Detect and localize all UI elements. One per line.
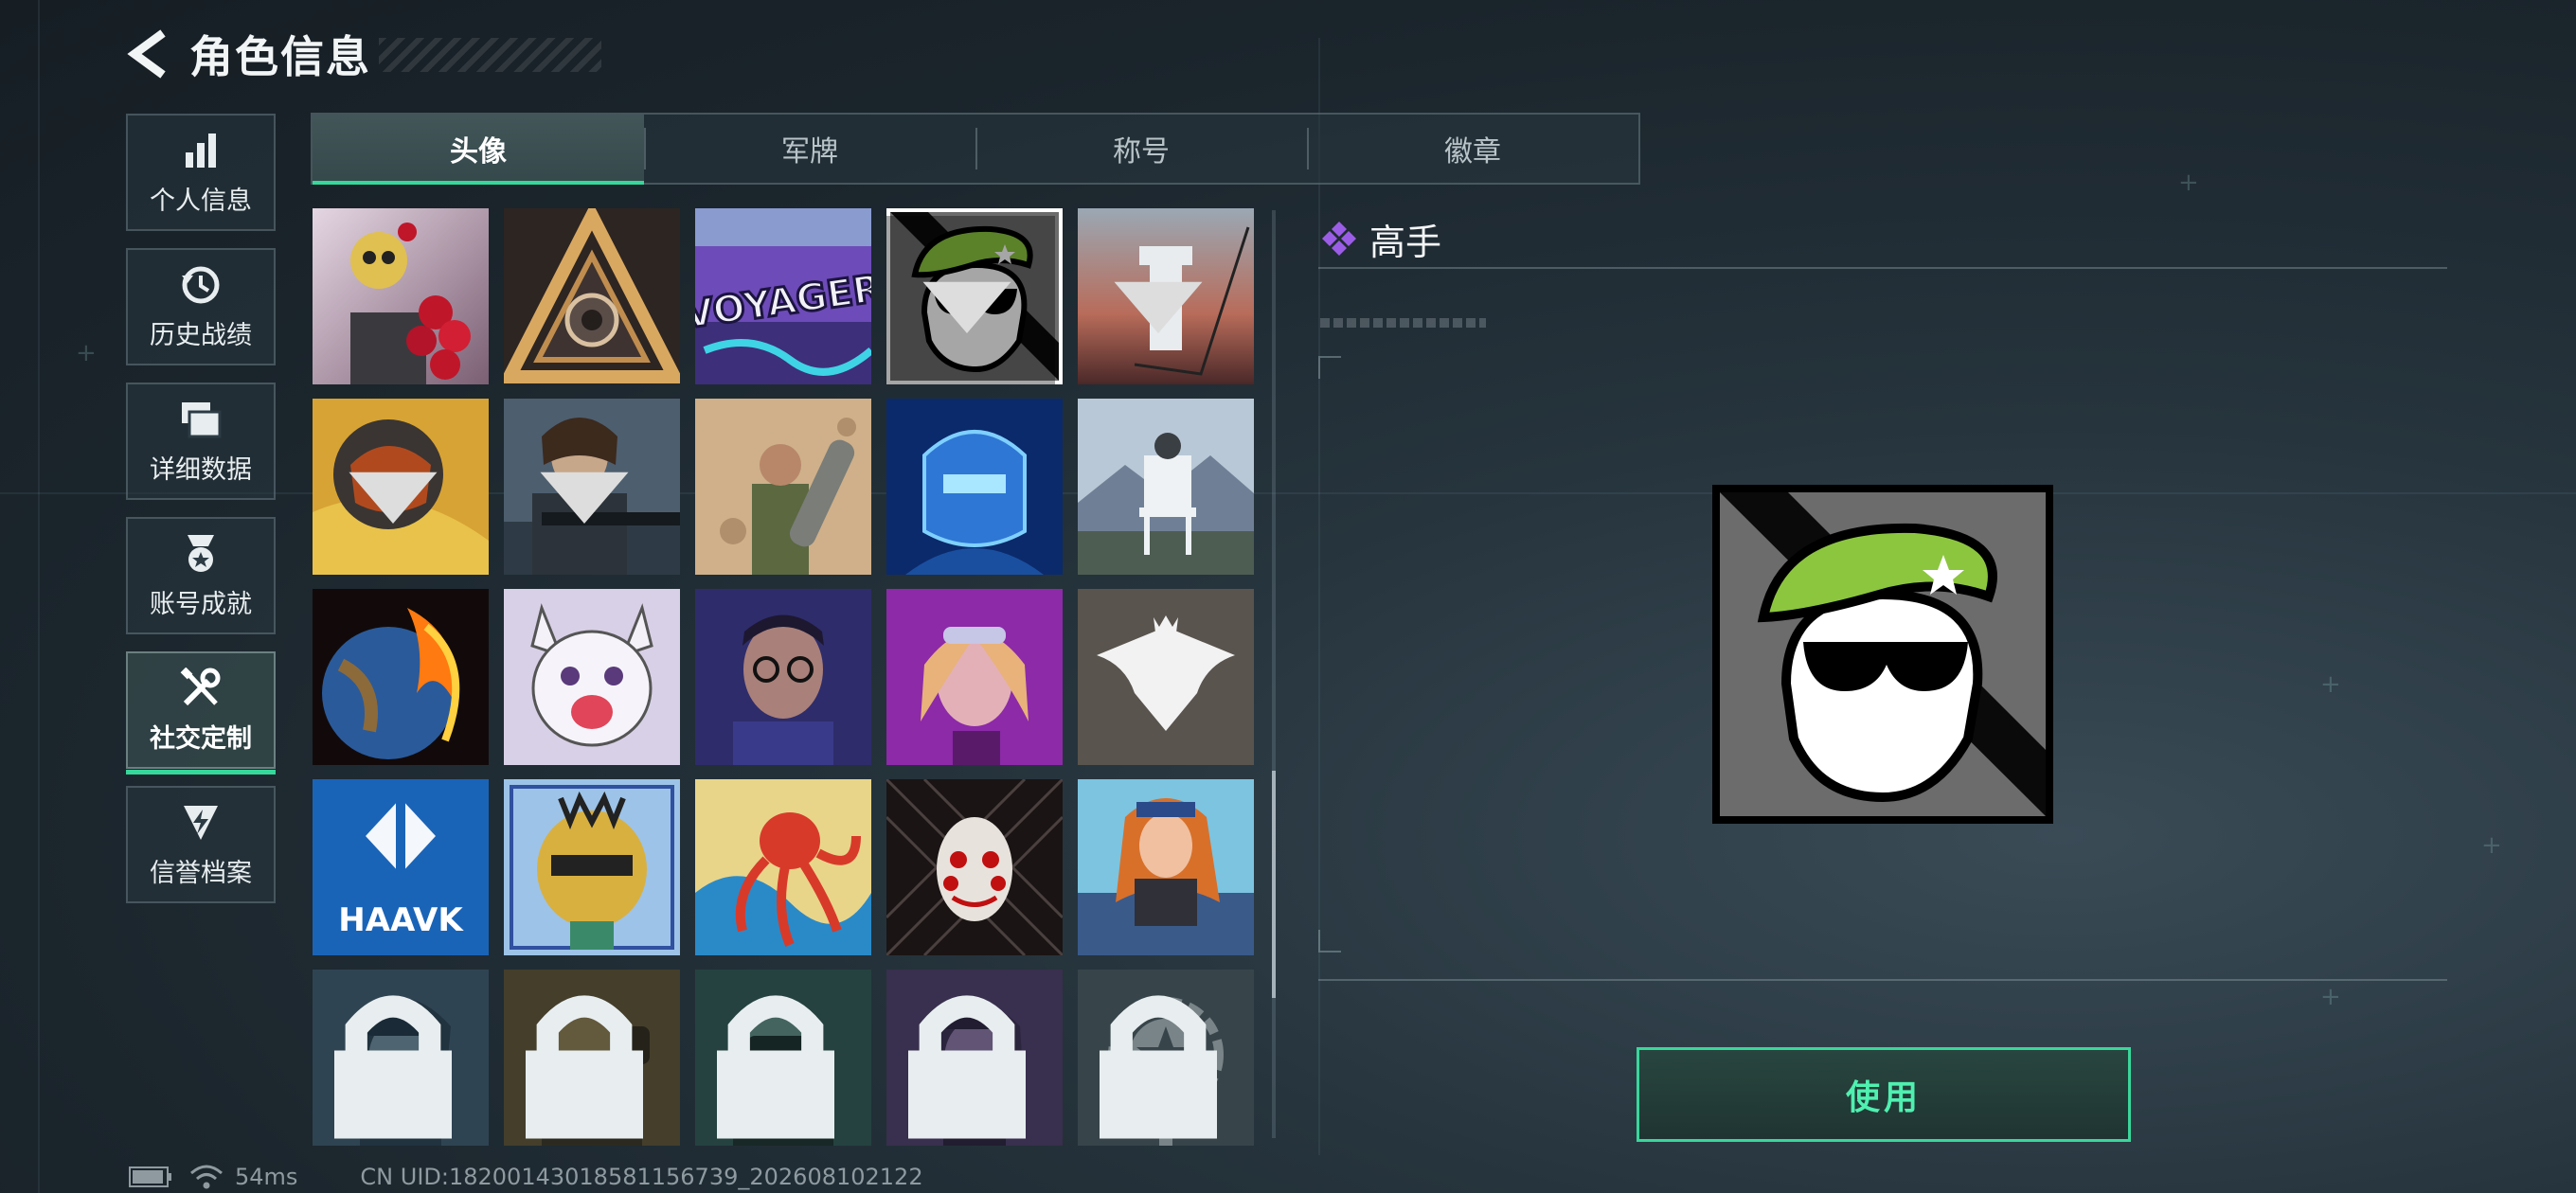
tab-title[interactable]: 称号 [975,115,1307,183]
status-bar: 54ms CN UID:18200143018581156739_2026081… [129,1161,923,1193]
expand-marker-icon [349,472,438,524]
medal-icon [179,532,223,576]
avatar-cell-red-octopus[interactable] [695,779,871,955]
lock-icon [908,995,1026,1139]
avatar-cell-gold-mask[interactable] [504,779,680,955]
avatar-cell-star-emblem[interactable] [1078,970,1254,1146]
lock-icon [526,995,643,1139]
bg-cross: + [2320,983,2341,1011]
avatar-preview [1712,485,2053,824]
avatar-cell-burning-planet[interactable] [313,589,489,765]
detail-name: 高手 [1369,221,1442,263]
bg-cross: + [2178,169,2199,197]
detail-header: 高手 [1318,210,2447,269]
lock-icon [717,995,834,1139]
avatar-cell-skull-roses[interactable] [313,208,489,384]
avatar-cell-woman-purple[interactable] [886,589,1063,765]
avatar-cell-bearded-man[interactable] [504,970,680,1146]
avatar-cell-gold-triangle[interactable] [504,208,680,384]
bg-cross: + [76,339,97,367]
header: 角色信息 [123,21,371,87]
lock-icon [334,995,452,1139]
battery-icon [129,1166,171,1187]
page-title: 角色信息 [189,31,371,82]
avatar-cell-jigsaw-mask[interactable] [886,779,1063,955]
sidebar-item-achievements[interactable]: 账号成就 [126,517,276,634]
bar-chart-icon [179,129,223,172]
avatar-cell-green-beret-skull[interactable] [886,208,1063,384]
avatar-cell-haavk-logo[interactable]: HAAVK [313,779,489,955]
frame-corner [1318,356,1341,379]
expand-marker-icon [886,216,1055,384]
folder-stack-icon [179,398,223,441]
lock-icon [1100,995,1217,1139]
grid-scrollbar[interactable] [1272,210,1276,1138]
avatar-cell-woman-goggles[interactable] [886,970,1063,1146]
sidebar-item-details[interactable]: 详细数据 [126,383,276,500]
bg-cross: + [2320,670,2341,699]
tab-bar: 头像 军牌 称号 徽章 [311,113,1640,185]
sidebar-item-label: 详细数据 [150,454,252,485]
avatar-cell-chair-mountain[interactable] [1078,399,1254,575]
avatar-cell-soldier-rifle[interactable] [504,399,680,575]
shield-lightning-icon [179,801,223,845]
sidebar: 个人信息 历史战绩 详细数据 账号成就 社交定制 信誉档案 [126,114,277,920]
tools-icon [179,667,223,710]
tab-badge[interactable]: 徽章 [1307,115,1638,183]
detail-subtext-decoration [1320,318,1486,328]
history-clock-icon [179,263,223,307]
uid-text: CN UID:18200143018581156739_202608102122 [360,1164,923,1190]
sidebar-item-label: 账号成就 [150,589,252,619]
rarity-diamond-icon [1322,222,1356,256]
use-button[interactable]: 使用 [1637,1047,2131,1142]
bg-line [1318,38,1320,1155]
sidebar-item-label: 历史战绩 [150,320,252,350]
title-decoration [379,38,601,72]
scrollbar-thumb[interactable] [1272,771,1276,998]
sidebar-item-profile[interactable]: 个人信息 [126,114,276,231]
ping-text: 54ms [235,1164,298,1190]
avatar-cell-voyager-graffiti[interactable]: VOYAGER [695,208,871,384]
avatar-cell-soldier-desert[interactable] [695,399,871,575]
avatar-cell-armored-helmet[interactable] [313,399,489,575]
bg-cross: + [2481,831,2502,860]
sidebar-item-label: 社交定制 [150,723,252,754]
frame-corner [1318,930,1341,953]
sidebar-item-history[interactable]: 历史战绩 [126,248,276,365]
sidebar-item-reputation[interactable]: 信誉档案 [126,786,276,903]
avatar-cell-pilot-woman[interactable] [313,970,489,1146]
bg-line [38,0,40,1193]
avatar-cell-man-glasses[interactable] [695,589,871,765]
sidebar-item-social[interactable]: 社交定制 [126,651,276,775]
avatar-cell-tower-sunset[interactable] [1078,208,1254,384]
back-arrow-icon[interactable] [123,26,174,82]
avatar-cell-eagle-emblem[interactable] [1078,589,1254,765]
avatar-cell-redhead-girl[interactable] [1078,779,1254,955]
avatar-cell-man-goggles[interactable] [695,970,871,1146]
avatar-grid: VOYAGER HAAVK [313,208,1260,1146]
sidebar-item-label: 信誉档案 [150,858,252,888]
haavk-text: HAAVK [338,901,464,939]
expand-marker-icon [1114,281,1203,333]
expand-marker-icon [540,472,629,524]
wifi-icon [190,1165,223,1189]
sidebar-item-label: 个人信息 [150,186,252,216]
avatar-cell-blue-robot[interactable] [886,399,1063,575]
tab-dogtag[interactable]: 军牌 [644,115,975,183]
detail-divider [1318,979,2447,981]
tab-avatar[interactable]: 头像 [313,115,644,185]
avatar-cell-anime-cat[interactable] [504,589,680,765]
